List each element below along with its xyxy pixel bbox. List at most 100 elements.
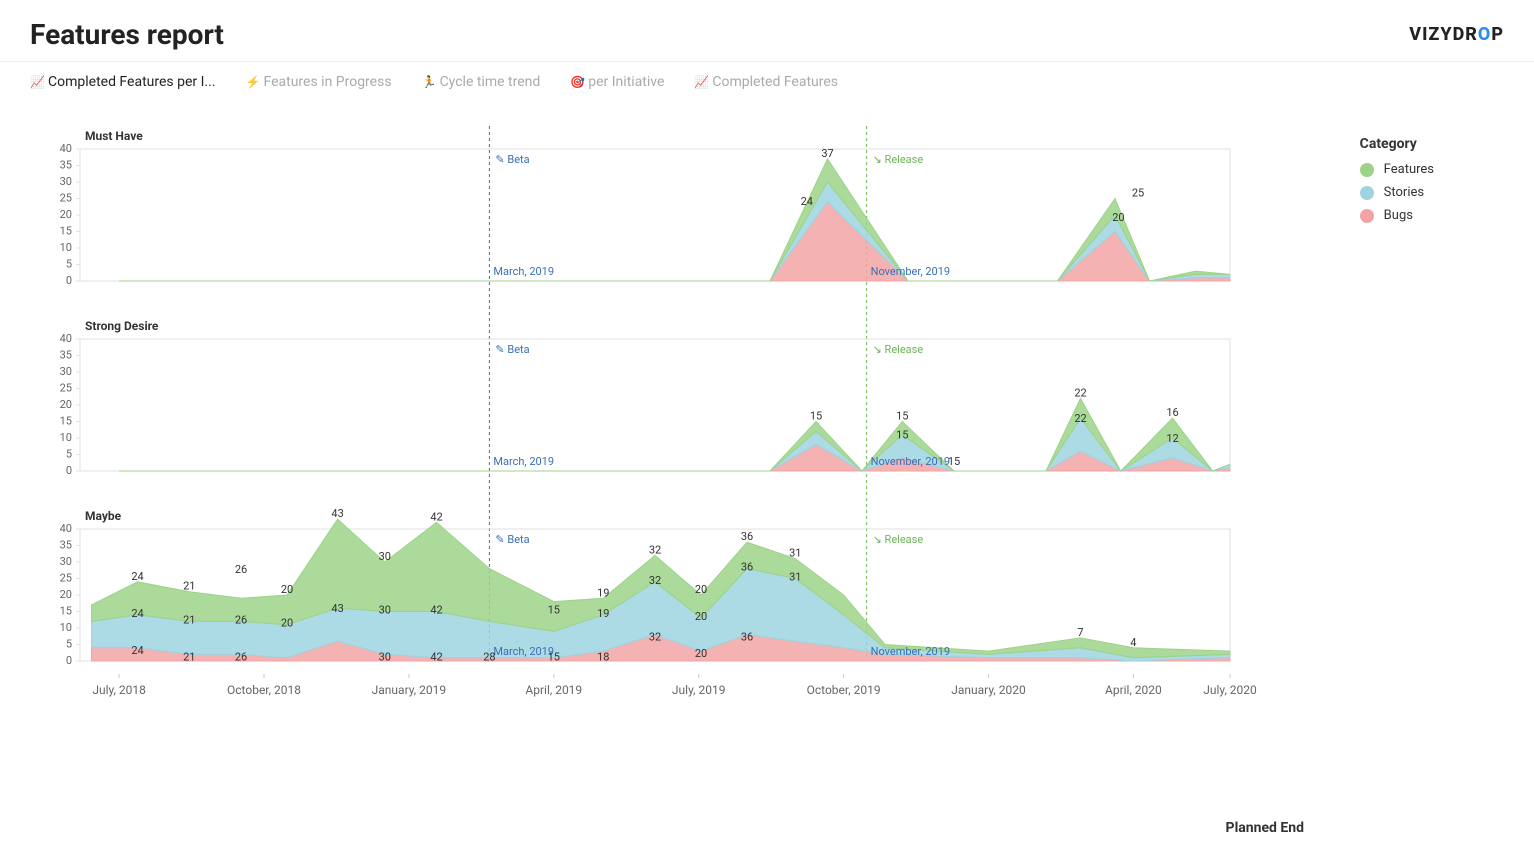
data-label: 24 bbox=[801, 195, 813, 208]
data-label: 26 bbox=[235, 563, 247, 576]
milestone-label: ✎ Beta bbox=[495, 153, 529, 166]
data-label: 20 bbox=[1112, 211, 1124, 224]
header: Features report VIZYDROP bbox=[0, 0, 1534, 62]
milestone-label: ↘ Release bbox=[873, 343, 924, 356]
panel-title: Maybe bbox=[85, 509, 122, 523]
data-label: 22 bbox=[1074, 386, 1086, 399]
chart-icon: 🏃 bbox=[422, 76, 434, 88]
y-tick: 15 bbox=[60, 605, 72, 618]
milestone-label: ✎ Beta bbox=[495, 343, 529, 356]
y-tick: 30 bbox=[60, 365, 72, 378]
tab-in-progress[interactable]: ⚡Features in Progress bbox=[246, 74, 392, 90]
legend-swatch bbox=[1360, 209, 1374, 223]
legend-item[interactable]: Bugs bbox=[1360, 208, 1434, 223]
data-label: 22 bbox=[1074, 412, 1086, 425]
x-tick: April, 2019 bbox=[525, 683, 582, 697]
data-label: 42 bbox=[430, 510, 442, 523]
data-label: 15 bbox=[948, 455, 960, 468]
legend-label: Features bbox=[1384, 162, 1434, 177]
tab-label: Cycle time trend bbox=[440, 74, 541, 90]
y-tick: 35 bbox=[60, 159, 72, 172]
data-label: 25 bbox=[1132, 187, 1144, 200]
data-label: 21 bbox=[183, 580, 195, 593]
data-label: 42 bbox=[430, 650, 442, 663]
y-tick: 15 bbox=[60, 225, 72, 238]
data-label: 12 bbox=[1166, 432, 1178, 445]
x-tick: October, 2019 bbox=[807, 683, 881, 697]
area-bugs bbox=[119, 202, 1230, 281]
data-label: 24 bbox=[131, 644, 143, 657]
data-label: 31 bbox=[789, 547, 801, 560]
y-tick: 30 bbox=[60, 555, 72, 568]
x-axis-title: Planned End bbox=[1226, 820, 1304, 836]
data-label: 31 bbox=[789, 571, 801, 584]
y-tick: 5 bbox=[66, 638, 72, 651]
x-tick: July, 2019 bbox=[672, 683, 726, 697]
x-tick: July, 2018 bbox=[92, 683, 146, 697]
data-label: 7 bbox=[1077, 626, 1083, 639]
tab-completed[interactable]: 📈 Completed Features bbox=[694, 74, 838, 90]
y-tick: 10 bbox=[60, 241, 72, 254]
data-label: 32 bbox=[649, 574, 661, 587]
y-tick: 25 bbox=[60, 192, 72, 205]
y-tick: 10 bbox=[60, 431, 72, 444]
data-label: 32 bbox=[649, 543, 661, 556]
tab-label: Features in Progress bbox=[264, 74, 392, 90]
data-label: 15 bbox=[548, 650, 560, 663]
chart-canvas: Must Have0510152025303540✎ BetaMarch, 20… bbox=[0, 96, 1534, 736]
data-label: 19 bbox=[597, 607, 609, 620]
legend-label: Bugs bbox=[1384, 208, 1413, 223]
data-label: 24 bbox=[131, 570, 143, 583]
data-label: 24 bbox=[131, 607, 143, 620]
y-tick: 10 bbox=[60, 621, 72, 634]
data-label: 37 bbox=[821, 147, 833, 160]
data-label: 19 bbox=[597, 586, 609, 599]
data-label: 42 bbox=[430, 604, 442, 617]
milestone-date: March, 2019 bbox=[493, 455, 554, 468]
y-tick: 40 bbox=[60, 142, 72, 155]
page-title: Features report bbox=[30, 18, 224, 51]
milestone-date: March, 2019 bbox=[493, 265, 554, 278]
milestone-date: November, 2019 bbox=[871, 645, 950, 658]
tab-completed-per-i[interactable]: 📈Completed Features per I... bbox=[30, 74, 216, 90]
chart-icon: 📈 bbox=[694, 76, 706, 88]
legend-label: Stories bbox=[1384, 185, 1424, 200]
data-label: 20 bbox=[695, 647, 707, 660]
panel-title: Strong Desire bbox=[85, 319, 159, 333]
milestone-label: ✎ Beta bbox=[495, 533, 529, 546]
tab-bar: 📈Completed Features per I...⚡Features in… bbox=[0, 62, 1534, 96]
milestone-label: ↘ Release bbox=[873, 533, 924, 546]
data-label: 43 bbox=[331, 507, 343, 520]
data-label: 28 bbox=[483, 650, 495, 663]
area-stories bbox=[119, 182, 1230, 281]
area-features bbox=[119, 159, 1230, 281]
data-label: 32 bbox=[649, 631, 661, 644]
tab-label: per Initiative bbox=[588, 74, 664, 90]
data-label: 30 bbox=[379, 604, 391, 617]
x-tick: January, 2020 bbox=[951, 683, 1026, 697]
y-tick: 20 bbox=[60, 588, 72, 601]
data-label: 26 bbox=[235, 650, 247, 663]
tab-cycle-time[interactable]: 🏃 Cycle time trend bbox=[422, 74, 541, 90]
chart-stage: Must Have0510152025303540✎ BetaMarch, 20… bbox=[0, 96, 1534, 836]
tab-label: Completed Features per I... bbox=[48, 74, 216, 90]
data-label: 20 bbox=[281, 617, 293, 630]
data-label: 30 bbox=[379, 550, 391, 563]
x-tick: January, 2019 bbox=[372, 683, 446, 697]
y-tick: 25 bbox=[60, 382, 72, 395]
data-label: 15 bbox=[896, 410, 908, 423]
data-label: 36 bbox=[741, 561, 753, 574]
legend-swatch bbox=[1360, 186, 1374, 200]
legend-item[interactable]: Features bbox=[1360, 162, 1434, 177]
y-tick: 25 bbox=[60, 572, 72, 585]
data-label: 20 bbox=[695, 610, 707, 623]
legend-title: Category bbox=[1360, 136, 1434, 152]
tab-per-initiative[interactable]: 🎯per Initiative bbox=[570, 74, 664, 90]
data-label: 16 bbox=[1166, 406, 1178, 419]
tab-label: Completed Features bbox=[712, 74, 838, 90]
y-tick: 5 bbox=[66, 448, 72, 461]
legend-item[interactable]: Stories bbox=[1360, 185, 1434, 200]
y-tick: 0 bbox=[66, 464, 72, 477]
y-tick: 0 bbox=[66, 274, 72, 287]
x-tick: April, 2020 bbox=[1105, 683, 1162, 697]
